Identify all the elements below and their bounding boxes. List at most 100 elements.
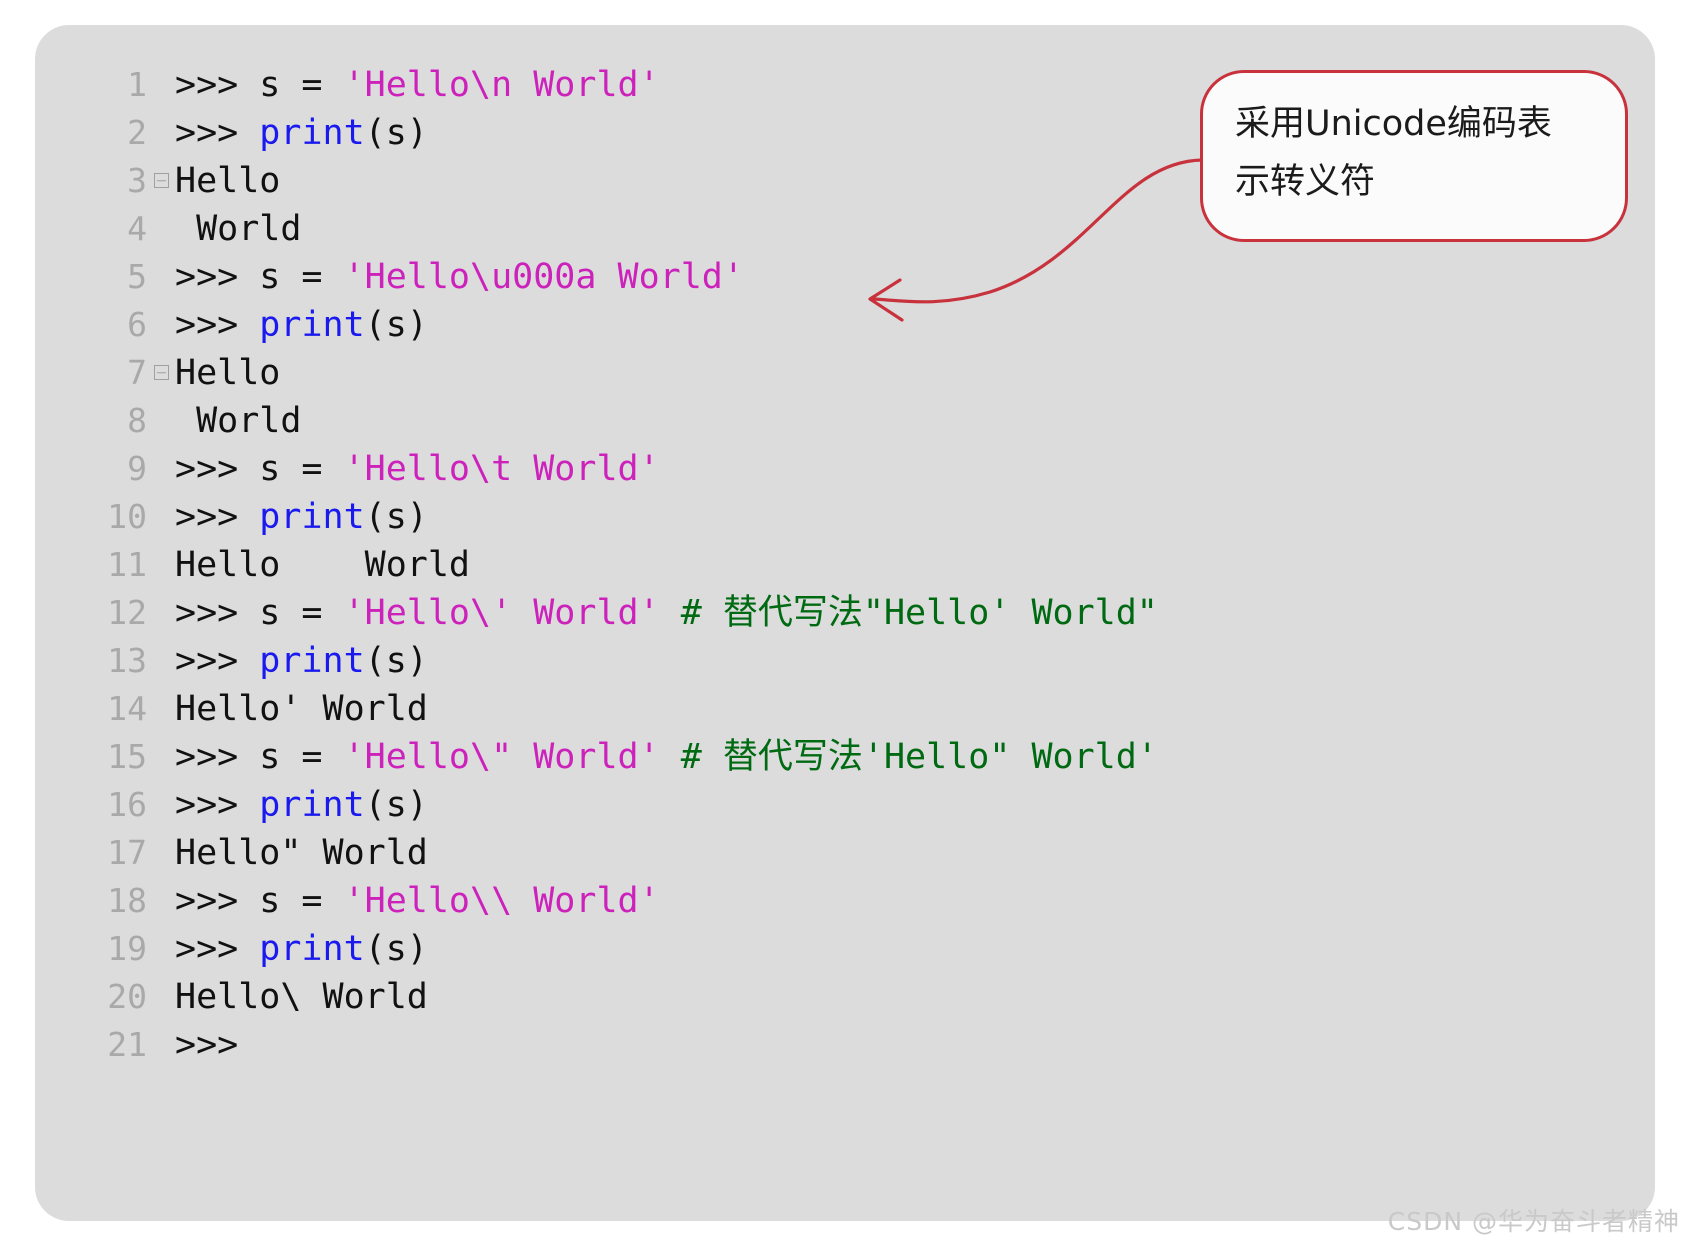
code-line[interactable]: 13 >>> print(s)	[35, 637, 1655, 685]
code-text: World	[175, 397, 301, 445]
code-text: Hello World	[175, 541, 470, 589]
token-kw: print	[259, 497, 365, 537]
token-plain: (s)	[364, 305, 428, 345]
token-plain: (s)	[364, 929, 428, 969]
token-plain: >>>	[175, 113, 260, 153]
token-kw: print	[259, 785, 365, 825]
line-number: 13	[107, 641, 147, 680]
line-number: 8	[127, 401, 147, 440]
collapse-box-icon	[153, 365, 169, 380]
token-comment: # 替代写法"Hello' World"	[659, 593, 1158, 633]
code-line[interactable]: 11 Hello World	[35, 541, 1655, 589]
token-plain: >>> s =	[175, 257, 344, 297]
code-line[interactable]: 15 >>> s = 'Hello\" World' # 替代写法'Hello" …	[35, 733, 1655, 781]
token-plain: Hello	[175, 161, 281, 201]
line-number: 18	[107, 881, 147, 920]
token-plain: Hello World	[175, 545, 471, 585]
token-plain: >>>	[175, 785, 260, 825]
token-plain: (s)	[364, 641, 428, 681]
code-line[interactable]: 9 >>> s = 'Hello\t World'	[35, 445, 1655, 493]
code-text: >>> print(s)	[175, 637, 428, 685]
token-plain: Hello' World	[175, 689, 428, 729]
code-line[interactable]: 14 Hello' World	[35, 685, 1655, 733]
code-line[interactable]: 17 Hello" World	[35, 829, 1655, 877]
code-line[interactable]: 19 >>> print(s)	[35, 925, 1655, 973]
code-text: World	[175, 205, 301, 253]
line-number: 6	[127, 305, 147, 344]
screenshot-root: 1 >>> s = 'Hello\n World' 2 >>> print(s) 3 He…	[0, 0, 1704, 1248]
token-plain: >>> s =	[175, 593, 344, 633]
code-text: >>> print(s)	[175, 925, 428, 973]
token-plain: >>> s =	[175, 881, 344, 921]
token-plain: World	[175, 209, 302, 249]
token-plain: >>>	[175, 497, 260, 537]
token-plain: >>>	[175, 641, 260, 681]
token-plain: Hello\ World	[175, 977, 428, 1017]
code-text: >>>	[175, 1021, 238, 1069]
token-kw: print	[259, 305, 365, 345]
code-line[interactable]: 8 World	[35, 397, 1655, 445]
code-text: >>> s = 'Hello\u000a World'	[175, 253, 744, 301]
fold-toggle-icon[interactable]	[147, 162, 175, 210]
line-number: 12	[107, 593, 147, 632]
token-plain: World	[175, 401, 302, 441]
callout-line-2: 示转义符	[1235, 162, 1376, 202]
code-text: Hello	[175, 157, 280, 205]
token-plain: >>> s =	[175, 449, 344, 489]
code-line[interactable]: 18 >>> s = 'Hello\\ World'	[35, 877, 1655, 925]
line-number: 5	[127, 257, 147, 296]
code-line[interactable]: 12 >>> s = 'Hello\' World' # 替代写法"Hello' …	[35, 589, 1655, 637]
line-number: 10	[107, 497, 147, 536]
line-number: 16	[107, 785, 147, 824]
code-text: Hello\ World	[175, 973, 428, 1021]
token-str: 'Hello\n World'	[343, 65, 660, 105]
line-number: 1	[127, 65, 147, 104]
token-str: 'Hello\\ World'	[343, 881, 660, 921]
token-kw: print	[259, 641, 365, 681]
token-plain: (s)	[364, 785, 428, 825]
code-line[interactable]: 21 >>>	[35, 1021, 1655, 1069]
token-plain: (s)	[364, 113, 428, 153]
code-text: >>> s = 'Hello\t World'	[175, 445, 660, 493]
code-line[interactable]: 5 >>> s = 'Hello\u000a World'	[35, 253, 1655, 301]
code-line[interactable]: 10 >>> print(s)	[35, 493, 1655, 541]
token-plain: Hello" World	[175, 833, 428, 873]
token-plain: >>> s =	[175, 65, 344, 105]
code-text: >>> print(s)	[175, 493, 428, 541]
line-number: 20	[107, 977, 147, 1016]
token-plain: >>>	[175, 929, 260, 969]
token-plain: >>> s =	[175, 737, 344, 777]
line-number: 7	[127, 353, 147, 392]
code-line[interactable]: 16 >>> print(s)	[35, 781, 1655, 829]
code-line[interactable]: 20 Hello\ World	[35, 973, 1655, 1021]
line-number: 15	[107, 737, 147, 776]
token-comment: # 替代写法'Hello" World'	[659, 737, 1158, 777]
csdn-watermark: CSDN @华为奋斗者精神	[1387, 1207, 1680, 1236]
token-str: 'Hello\t World'	[343, 449, 660, 489]
code-text: Hello" World	[175, 829, 428, 877]
token-plain: Hello	[175, 353, 281, 393]
token-kw: print	[259, 113, 365, 153]
code-text: >>> s = 'Hello\' World' # 替代写法"Hello' Wo…	[175, 589, 1158, 637]
line-number: 14	[107, 689, 147, 728]
line-number: 17	[107, 833, 147, 872]
token-plain: >>>	[175, 1025, 239, 1065]
code-text: >>> s = 'Hello\" World' # 替代写法'Hello" Wo…	[175, 733, 1158, 781]
callout-line-1: 采用Unicode编码表	[1235, 104, 1552, 144]
line-number: 4	[127, 209, 147, 248]
line-number: 2	[127, 113, 147, 152]
line-number: 21	[107, 1025, 147, 1064]
token-str: 'Hello\" World'	[343, 737, 660, 777]
code-text: >>> s = 'Hello\\ World'	[175, 877, 660, 925]
code-line[interactable]: 6 >>> print(s)	[35, 301, 1655, 349]
token-plain: >>>	[175, 305, 260, 345]
token-str: 'Hello\u000a World'	[343, 257, 744, 297]
code-text: >>> print(s)	[175, 301, 428, 349]
code-text: Hello' World	[175, 685, 428, 733]
code-text: >>> print(s)	[175, 109, 428, 157]
fold-toggle-icon[interactable]	[147, 354, 175, 402]
callout-bubble: 采用Unicode编码表 示转义符	[1200, 70, 1628, 242]
token-plain: (s)	[364, 497, 428, 537]
code-text: >>> s = 'Hello\n World'	[175, 61, 660, 109]
code-line[interactable]: 7 Hello	[35, 349, 1655, 397]
